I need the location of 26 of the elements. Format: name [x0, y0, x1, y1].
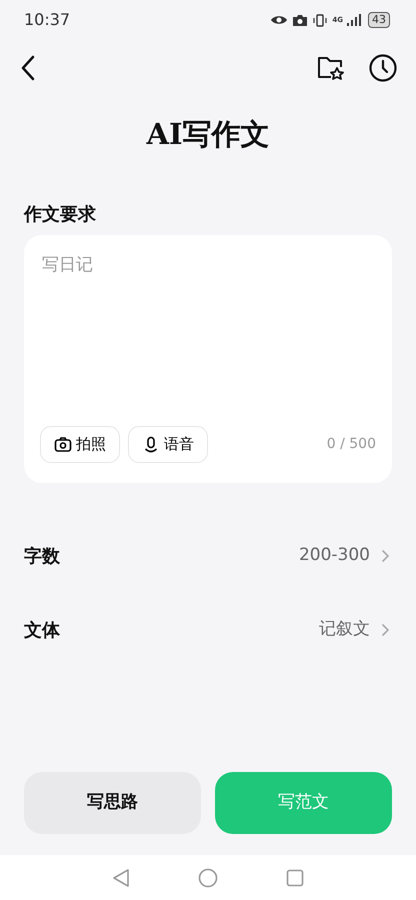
camera-icon	[54, 436, 72, 454]
vibrate-icon	[312, 14, 328, 26]
setting-value: 200-300	[298, 544, 370, 568]
char-counter: 0 / 500	[326, 435, 376, 454]
mic-button[interactable]: 语音	[128, 426, 208, 463]
essay-input[interactable]: 写日记 拍照 语音 0 / 500	[24, 235, 392, 483]
setting-label: 字数	[24, 544, 60, 568]
setting-row[interactable]: 文体 记叙文	[0, 593, 416, 667]
folder-star-icon[interactable]	[316, 54, 344, 80]
home-circle-icon[interactable]	[198, 868, 218, 888]
camera-button[interactable]: 拍照	[40, 426, 120, 463]
setting-label: 文体	[24, 618, 60, 642]
signal-icon	[347, 14, 361, 26]
recents-square-icon[interactable]	[286, 868, 304, 886]
back-triangle-icon[interactable]	[112, 868, 130, 888]
page-title: AI写作文	[146, 117, 270, 151]
mic-icon	[142, 436, 160, 454]
setting-row[interactable]: 字数 200-300	[0, 519, 416, 593]
camera-icon	[292, 14, 308, 26]
action-button[interactable]: 写思路	[24, 772, 201, 834]
eye-icon	[270, 14, 288, 26]
status-time: 10:37	[24, 9, 70, 31]
setting-value: 记叙文	[319, 618, 370, 642]
clock-icon[interactable]	[368, 52, 398, 82]
battery-level: 43	[368, 12, 390, 28]
section-label: 作文要求	[24, 204, 96, 225]
